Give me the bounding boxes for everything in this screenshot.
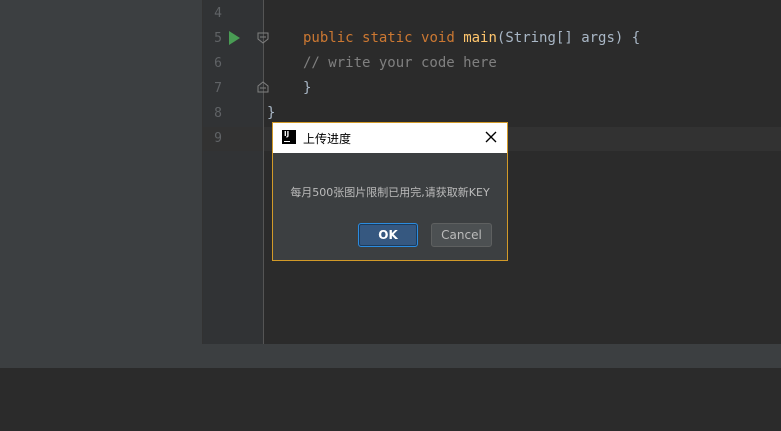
run-gutter-icon[interactable] <box>229 31 240 45</box>
fold-marker-icon[interactable] <box>257 32 269 44</box>
editor-gutter <box>202 0 264 344</box>
method-name: main <box>463 30 497 46</box>
gutter-separator <box>263 0 264 344</box>
cancel-button[interactable]: Cancel <box>431 223 492 247</box>
intellij-logo-icon: IJ <box>282 130 296 144</box>
dialog-titlebar[interactable]: IJ 上传进度 <box>273 123 507 153</box>
keyword-void: void <box>421 30 455 46</box>
code-line-6-comment[interactable]: // write your code here <box>303 55 497 71</box>
code-line-5[interactable]: public static void main(String[] args) { <box>303 30 640 46</box>
keyword-public: public <box>303 30 354 46</box>
line-number-5: 5 <box>214 31 222 46</box>
ok-button[interactable]: OK <box>358 223 418 247</box>
upload-progress-dialog: IJ 上传进度 每月500张图片限制已用完,请获取新KEY OK Cancel <box>272 122 508 261</box>
code-line-8[interactable]: } <box>267 105 275 121</box>
dialog-message: 每月500张图片限制已用完,请获取新KEY <box>290 186 490 199</box>
line-number-9: 9 <box>214 131 222 146</box>
bottom-panel <box>0 368 781 431</box>
fold-end-marker-icon[interactable] <box>257 81 269 93</box>
line-number-8: 8 <box>214 106 222 121</box>
close-icon[interactable] <box>481 127 501 147</box>
keyword-static: static <box>362 30 413 46</box>
project-panel <box>0 0 202 344</box>
method-signature: (String[] args) { <box>496 30 641 46</box>
tool-window-bar <box>0 344 781 368</box>
line-number-6: 6 <box>214 56 222 71</box>
line-number-7: 7 <box>214 81 222 96</box>
dialog-title: 上传进度 <box>303 132 352 146</box>
line-number-4: 4 <box>214 6 222 21</box>
code-line-7[interactable]: } <box>303 80 311 96</box>
